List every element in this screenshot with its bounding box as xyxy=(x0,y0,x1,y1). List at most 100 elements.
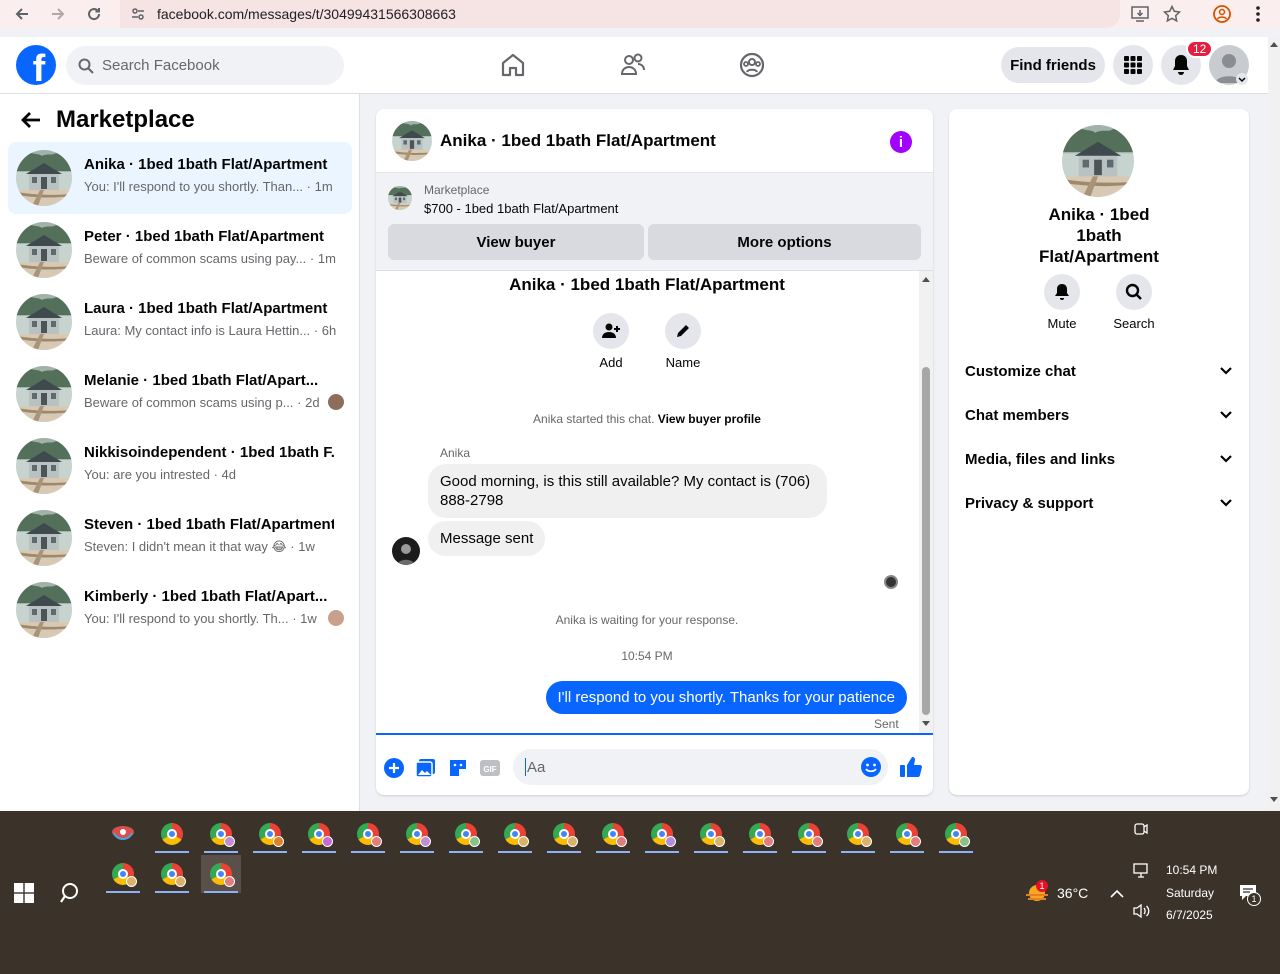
info-section-row[interactable]: Media, files and links xyxy=(965,445,1233,473)
message-input[interactable]: Aa xyxy=(513,749,888,785)
chrome-window-icon[interactable] xyxy=(936,815,976,853)
bookmark-star-icon[interactable] xyxy=(1161,3,1183,25)
back-arrow-icon[interactable] xyxy=(20,110,42,135)
chat-title[interactable]: Anika · 1bed 1bath Flat/Apartment xyxy=(440,131,716,151)
browser-profile-icon[interactable] xyxy=(1211,3,1233,25)
conversation-name: Melanie · 1bed 1bath Flat/Apart... xyxy=(84,372,319,389)
view-buyer-button[interactable]: View buyer xyxy=(388,224,644,260)
gif-icon[interactable]: GIF xyxy=(479,757,501,779)
waiting-text: Anika is waiting for your response. xyxy=(555,613,739,627)
conversation-item[interactable]: Peter · 1bed 1bath Flat/Apartment Beware … xyxy=(8,214,352,286)
chrome-window-icon[interactable] xyxy=(691,815,731,853)
thumbs-up-icon[interactable] xyxy=(899,755,922,777)
chrome-window-icon[interactable] xyxy=(642,815,682,853)
chrome-window-icon[interactable] xyxy=(201,815,241,853)
conversation-item[interactable]: Kimberly · 1bed 1bath Flat/Apart... You: … xyxy=(8,574,352,646)
search-icon xyxy=(1125,283,1142,300)
browser-menu-icon[interactable] xyxy=(1247,3,1269,25)
notification-badge: 12 xyxy=(1186,40,1214,58)
conversation-item[interactable]: Melanie · 1bed 1bath Flat/Apart... Beware… xyxy=(8,358,352,430)
reload-icon[interactable] xyxy=(83,3,105,25)
conversation-item[interactable]: Anika · 1bed 1bath Flat/Apartment You: I'… xyxy=(8,142,352,214)
more-actions-plus-icon[interactable] xyxy=(383,757,405,779)
emoji-icon[interactable] xyxy=(860,756,882,778)
info-section-row[interactable]: Privacy & support xyxy=(965,489,1233,517)
conversation-name: Kimberly · 1bed 1bath Flat/Apart... xyxy=(84,588,328,605)
more-options-button[interactable]: More options xyxy=(648,224,921,260)
attach-photo-icon[interactable] xyxy=(415,757,437,779)
chrome-window-icon[interactable] xyxy=(201,855,241,893)
back-icon[interactable] xyxy=(11,3,33,25)
notification-center-badge: 1 xyxy=(1247,892,1261,906)
message-composer: GIF Aa xyxy=(376,733,933,795)
info-icon[interactable]: i xyxy=(890,131,912,153)
conversation-thumbnail xyxy=(16,150,72,206)
address-bar[interactable]: facebook.com/messages/t/3049943156630866… xyxy=(120,0,1270,28)
clock-time[interactable]: 10:54 PM xyxy=(1166,863,1217,877)
chrome-window-icon[interactable] xyxy=(446,815,486,853)
account-chevron-icon[interactable] xyxy=(1236,73,1248,85)
conversation-preview: You: I'll respond to you shortly. Th... … xyxy=(84,611,317,626)
taskbar-app-icon[interactable] xyxy=(103,815,143,853)
outgoing-message[interactable]: I'll respond to you shortly. Thanks for … xyxy=(545,681,907,714)
chrome-window-icon[interactable] xyxy=(250,815,290,853)
friends-icon[interactable] xyxy=(619,51,647,79)
listing-thumbnail[interactable] xyxy=(392,121,432,161)
chrome-window-icon[interactable] xyxy=(103,855,143,893)
chrome-window-icon[interactable] xyxy=(887,815,927,853)
thread-scroll-thumb[interactable] xyxy=(922,367,930,715)
chrome-window-icon[interactable] xyxy=(544,815,584,853)
install-app-icon[interactable] xyxy=(1129,3,1151,25)
chrome-window-icon[interactable] xyxy=(152,815,192,853)
windows-start-icon[interactable] xyxy=(14,883,34,908)
chrome-window-icon[interactable] xyxy=(495,815,535,853)
facebook-header: f Search Facebook Find friends 12 xyxy=(0,37,1268,94)
chat-started-line: Anika started this chat. View buyer prof… xyxy=(376,412,918,426)
weather-icon[interactable]: 1 xyxy=(1024,880,1050,908)
conversation-name: Laura · 1bed 1bath Flat/Apartment xyxy=(84,300,328,317)
info-section-row[interactable]: Customize chat xyxy=(965,357,1233,385)
name-chat-action[interactable]: Name xyxy=(653,313,713,370)
incoming-message[interactable]: Message sent xyxy=(428,521,546,556)
facebook-logo-icon[interactable]: f xyxy=(16,45,56,85)
info-section-row[interactable]: Chat members xyxy=(965,401,1233,429)
menu-grid-button[interactable] xyxy=(1113,45,1153,85)
chrome-window-icon[interactable] xyxy=(397,815,437,853)
forward-icon[interactable] xyxy=(47,3,69,25)
add-people-action[interactable]: Add xyxy=(581,313,641,370)
chrome-window-icon[interactable] xyxy=(299,815,339,853)
site-info-icon[interactable] xyxy=(130,6,146,22)
view-buyer-profile-link[interactable]: View buyer profile xyxy=(658,412,761,426)
page-scrollbar[interactable] xyxy=(1268,37,1280,811)
chrome-window-icon[interactable] xyxy=(348,815,388,853)
mute-action[interactable]: Mute xyxy=(1032,274,1092,331)
home-icon[interactable] xyxy=(499,51,527,79)
groups-icon[interactable] xyxy=(738,51,766,79)
notification-center-icon[interactable]: 1 xyxy=(1238,883,1261,908)
volume-icon[interactable] xyxy=(1133,903,1151,924)
chrome-window-icon[interactable] xyxy=(152,855,192,893)
search-facebook-input[interactable]: Search Facebook xyxy=(66,46,344,85)
thread-scrollbar[interactable] xyxy=(919,271,933,733)
conversation-item[interactable]: Laura · 1bed 1bath Flat/Apartment Laura: … xyxy=(8,286,352,358)
incoming-message[interactable]: Good morning, is this still available? M… xyxy=(428,464,827,518)
tray-overflow-chevron-icon[interactable] xyxy=(1110,886,1124,904)
chrome-window-icon[interactable] xyxy=(593,815,633,853)
conversation-item[interactable]: Nikkisoindependent · 1bed 1bath F... You:… xyxy=(8,430,352,502)
sender-avatar[interactable] xyxy=(392,537,420,565)
meet-now-icon[interactable] xyxy=(1133,821,1149,842)
search-in-chat-action[interactable]: Search xyxy=(1104,274,1164,331)
conversation-preview: Beware of common scams using pay... · 1m xyxy=(84,251,336,266)
conversation-item[interactable]: Steven · 1bed 1bath Flat/Apartment Steven… xyxy=(8,502,352,574)
chrome-window-icon[interactable] xyxy=(789,815,829,853)
chrome-window-icon[interactable] xyxy=(740,815,780,853)
network-icon[interactable] xyxy=(1133,863,1151,884)
sticker-icon[interactable] xyxy=(447,757,469,779)
listing-title[interactable]: $700 - 1bed 1bath Flat/Apartment xyxy=(424,201,618,216)
taskbar-search-icon[interactable] xyxy=(60,881,84,910)
chrome-window-icon[interactable] xyxy=(838,815,878,853)
listing-small-thumbnail xyxy=(388,186,412,210)
find-friends-button[interactable]: Find friends xyxy=(1001,47,1105,83)
clock-day: Saturday xyxy=(1166,886,1215,900)
weather-temperature[interactable]: 36°C xyxy=(1057,885,1088,901)
